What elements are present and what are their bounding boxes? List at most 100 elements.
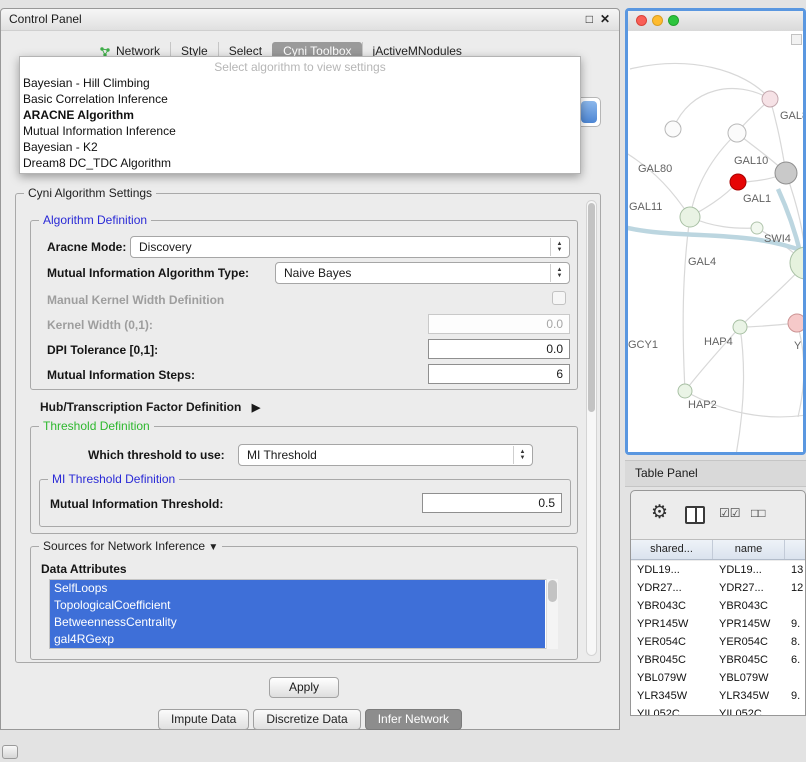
- column-layout-icon[interactable]: [685, 506, 705, 524]
- table-panel-title: Table Panel: [635, 461, 698, 486]
- network-node[interactable]: [665, 121, 681, 137]
- table-row[interactable]: YLR345WYLR345W9.: [631, 687, 805, 705]
- list-scrollbar[interactable]: [546, 579, 558, 649]
- settings-scrollbar-thumb[interactable]: [588, 203, 595, 412]
- mi-steps-field[interactable]: 6: [428, 364, 570, 384]
- dpi-tolerance-field[interactable]: 0.0: [428, 339, 570, 359]
- network-edge: [630, 64, 770, 99]
- table-window: ⚙ ☑☑ □□ shared...name YDL19...YDL19...13…: [630, 490, 806, 716]
- data-attribute-item[interactable]: SelfLoops: [50, 580, 545, 597]
- table-body: YDL19...YDL19...13YDR27...YDR27...12YBR0…: [631, 561, 805, 715]
- table-row[interactable]: YBL079WYBL079W: [631, 669, 805, 687]
- table-cell: 6.: [785, 651, 805, 669]
- node-label: SWI4: [764, 233, 791, 245]
- dpi-tolerance-label: DPI Tolerance [0,1]:: [47, 340, 158, 360]
- kernel-width-field[interactable]: 0.0: [428, 314, 570, 334]
- close-icon[interactable]: ✕: [600, 9, 610, 30]
- network-node[interactable]: [728, 124, 746, 142]
- panel-grip-icon[interactable]: [2, 745, 18, 759]
- control-panel-titlebar: Control Panel □ ✕: [1, 9, 619, 31]
- aracne-mode-label: Aracne Mode:: [47, 237, 126, 257]
- mi-threshold-label: Mutual Information Threshold:: [50, 494, 223, 514]
- kernel-width-label: Kernel Width (0,1):: [47, 315, 153, 335]
- aracne-mode-select[interactable]: Discovery ▲▼: [130, 236, 570, 258]
- float-window-icon[interactable]: □: [586, 9, 593, 30]
- bottom-tab-infer-network[interactable]: Infer Network: [365, 709, 462, 730]
- data-attribute-item[interactable]: TopologicalCoefficient: [50, 597, 545, 614]
- table-cell: YIL052C: [713, 705, 785, 715]
- table-cell: 8.: [785, 633, 805, 651]
- table-row[interactable]: YER054CYER054C8.: [631, 633, 805, 651]
- mi-steps-label: Mutual Information Steps:: [47, 365, 195, 385]
- network-node[interactable]: [733, 320, 747, 334]
- zoom-traffic-light[interactable]: [668, 15, 679, 26]
- mi-type-select[interactable]: Naive Bayes ▲▼: [275, 262, 570, 284]
- table-row[interactable]: YBR043CYBR043C: [631, 597, 805, 615]
- bottom-tab-discretize-data[interactable]: Discretize Data: [253, 709, 360, 730]
- network-node[interactable]: [775, 162, 797, 184]
- node-label: Y: [794, 340, 802, 352]
- settings-scrollbar[interactable]: [586, 200, 597, 656]
- node-label: GAL80: [638, 163, 672, 175]
- data-attributes-list: SelfLoopsTopologicalCoefficientBetweenne…: [49, 579, 557, 649]
- network-node[interactable]: [751, 222, 763, 234]
- apply-button[interactable]: Apply: [269, 677, 339, 698]
- table-column-header[interactable]: [785, 540, 806, 559]
- network-node[interactable]: [730, 174, 746, 190]
- algorithm-option[interactable]: Bayesian - K2: [20, 139, 580, 155]
- algorithm-option[interactable]: Mutual Information Inference: [20, 123, 580, 139]
- mi-threshold-field[interactable]: 0.5: [422, 493, 562, 513]
- table-row[interactable]: YDL19...YDL19...13: [631, 561, 805, 579]
- algorithm-option[interactable]: Bayesian - Hill Climbing: [20, 75, 580, 91]
- list-scrollbar-thumb[interactable]: [548, 580, 557, 602]
- data-attribute-item[interactable]: gal4RGexp: [50, 631, 545, 648]
- manual-kernel-checkbox[interactable]: [552, 291, 566, 305]
- node-label: GAL11: [629, 201, 662, 213]
- table-column-header[interactable]: name: [713, 540, 785, 559]
- table-cell: YDL19...: [631, 561, 713, 579]
- network-canvas[interactable]: GAL80GAL10GAL11GAL1SWI4GAL4GCY1HAP4HAP2G…: [628, 31, 803, 452]
- table-cell: YLR345W: [713, 687, 785, 705]
- table-cell: YBR045C: [631, 651, 713, 669]
- network-node[interactable]: [788, 314, 803, 332]
- stepper-icon: ▲▼: [550, 264, 568, 282]
- cyni-settings-group: Cyni Algorithm Settings Algorithm Defini…: [15, 193, 601, 663]
- minimize-traffic-light[interactable]: [652, 15, 663, 26]
- table-row[interactable]: YDR27...YDR27...12: [631, 579, 805, 597]
- node-label: HAP4: [704, 336, 733, 348]
- deselect-all-columns-icon[interactable]: □□: [751, 506, 766, 520]
- algorithm-dropdown: Select algorithm to view settingsBayesia…: [19, 56, 581, 174]
- algorithm-option[interactable]: Basic Correlation Inference: [20, 91, 580, 107]
- threshold-definition-group: Threshold Definition Which threshold to …: [30, 426, 578, 534]
- combo-stepper-button[interactable]: [581, 101, 597, 123]
- node-label: GAL4: [688, 256, 716, 268]
- hub-definition-toggle[interactable]: Hub/Transcription Factor Definition ▶: [40, 400, 260, 414]
- algorithm-option[interactable]: Dream8 DC_TDC Algorithm: [20, 155, 580, 171]
- gear-icon[interactable]: ⚙: [651, 502, 668, 524]
- node-label: GAL1: [743, 193, 771, 205]
- network-edge: [673, 89, 770, 129]
- table-row[interactable]: YIL052CYIL052C: [631, 705, 805, 715]
- table-header: shared...name: [631, 539, 805, 560]
- algorithm-option[interactable]: ARACNE Algorithm: [20, 107, 580, 123]
- mi-type-value: Naive Bayes: [284, 266, 351, 280]
- network-window-titlebar: [628, 11, 803, 32]
- select-all-columns-icon[interactable]: ☑☑: [719, 506, 741, 520]
- sources-group-title[interactable]: Sources for Network Inference ▼: [39, 539, 222, 555]
- network-node[interactable]: [678, 384, 692, 398]
- table-row[interactable]: YBR045CYBR045C6.: [631, 651, 805, 669]
- network-edge: [690, 133, 737, 217]
- collapsed-arrow-icon: ▶: [252, 402, 260, 414]
- data-attribute-item[interactable]: BetweennessCentrality: [50, 614, 545, 631]
- bottom-tab-impute-data[interactable]: Impute Data: [158, 709, 249, 730]
- table-row[interactable]: YPR145WYPR145W9.: [631, 615, 805, 633]
- birdseye-toggle[interactable]: [791, 34, 802, 45]
- table-cell: 12: [785, 579, 805, 597]
- table-cell: 9.: [785, 615, 805, 633]
- network-node[interactable]: [762, 91, 778, 107]
- network-edge: [797, 323, 803, 417]
- close-traffic-light[interactable]: [636, 15, 647, 26]
- network-node[interactable]: [680, 207, 700, 227]
- table-column-header[interactable]: shared...: [631, 540, 713, 559]
- which-threshold-select[interactable]: MI Threshold ▲▼: [238, 444, 533, 466]
